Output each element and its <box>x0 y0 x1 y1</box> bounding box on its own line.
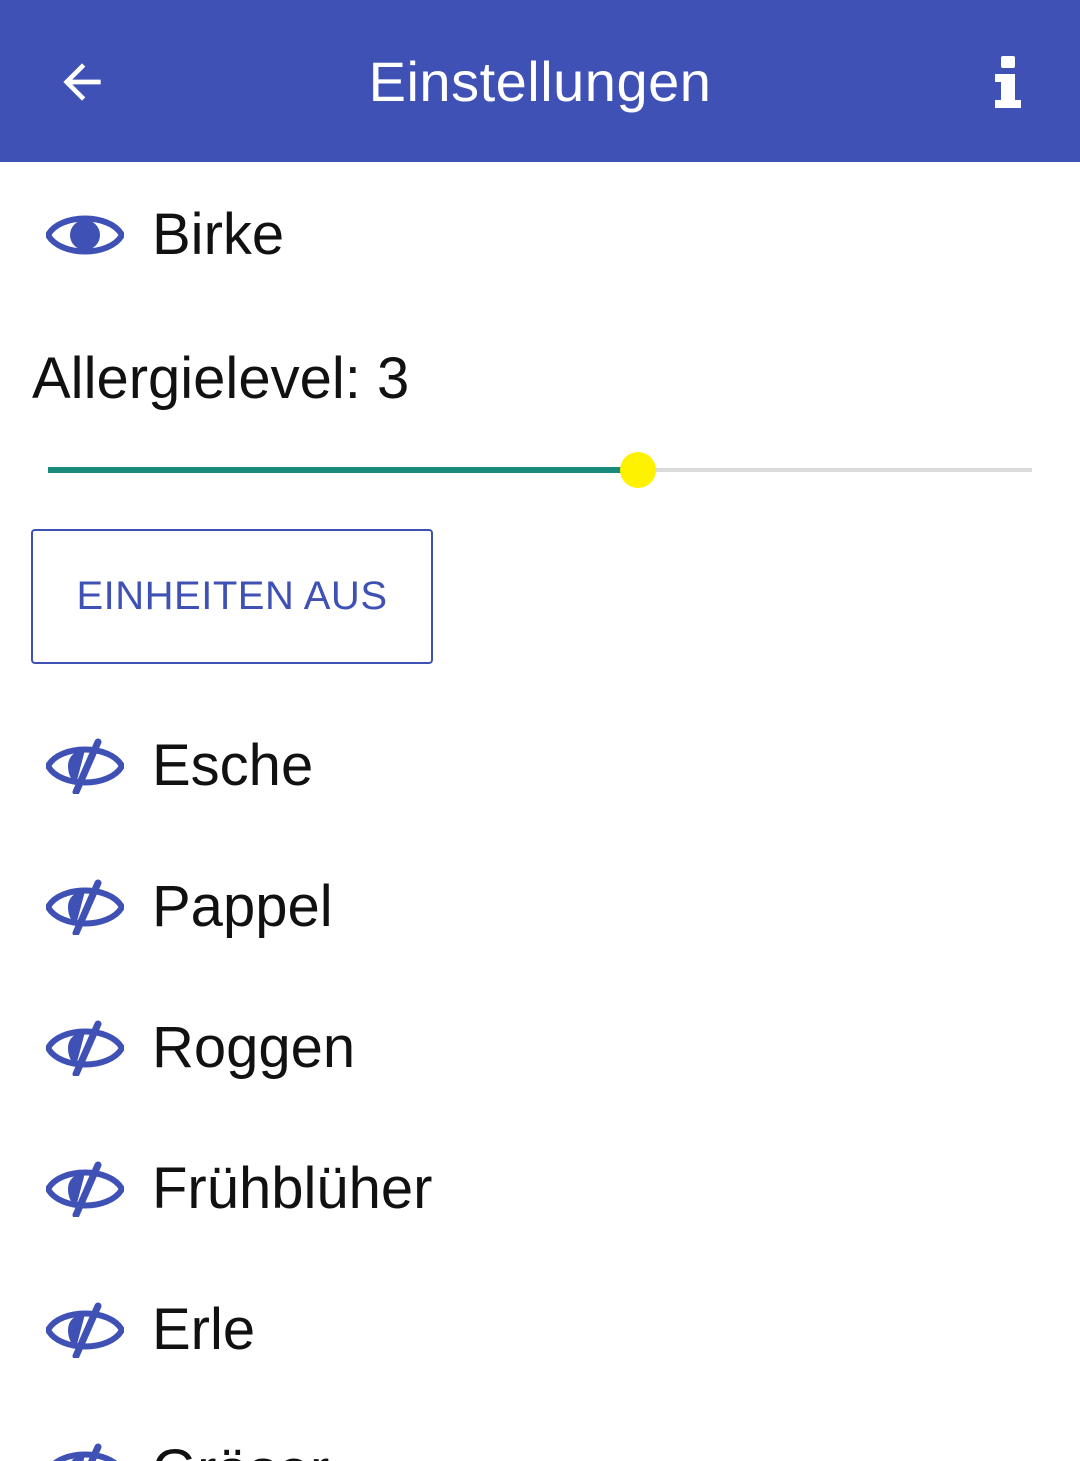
plant-name: Pappel <box>152 874 333 939</box>
slider-fill <box>48 467 639 473</box>
eye-off-icon[interactable] <box>46 1020 124 1076</box>
app-bar: Einstellungen <box>0 0 1080 162</box>
allergy-level-label: Allergielevel: 3 <box>32 346 410 411</box>
slider-thumb[interactable] <box>620 452 657 488</box>
eye-off-icon[interactable] <box>46 738 124 794</box>
plant-row[interactable]: Roggen <box>0 988 1080 1108</box>
plant-name: Esche <box>152 733 314 798</box>
eye-off-icon[interactable] <box>46 1443 124 1461</box>
info-icon <box>995 56 1021 108</box>
allergy-level-slider[interactable] <box>48 450 1032 490</box>
units-off-button[interactable]: EINHEITEN AUS <box>31 529 433 664</box>
plant-name: Roggen <box>152 1015 356 1080</box>
plant-row[interactable]: Frühblüher <box>0 1129 1080 1249</box>
plant-name: Birke <box>152 202 285 267</box>
page-title: Einstellungen <box>368 50 712 113</box>
eye-off-icon[interactable] <box>46 1161 124 1217</box>
plant-row-birke[interactable]: Birke <box>0 175 1080 295</box>
eye-icon[interactable] <box>46 207 124 263</box>
eye-off-icon[interactable] <box>46 879 124 935</box>
plant-name: Gräser <box>152 1436 329 1461</box>
info-button[interactable] <box>972 36 1044 128</box>
plant-name: Frühblüher <box>152 1156 433 1221</box>
plant-row[interactable]: Gräser <box>0 1341 1080 1461</box>
plant-row[interactable]: Esche <box>0 706 1080 826</box>
plant-row[interactable]: Pappel <box>0 847 1080 967</box>
